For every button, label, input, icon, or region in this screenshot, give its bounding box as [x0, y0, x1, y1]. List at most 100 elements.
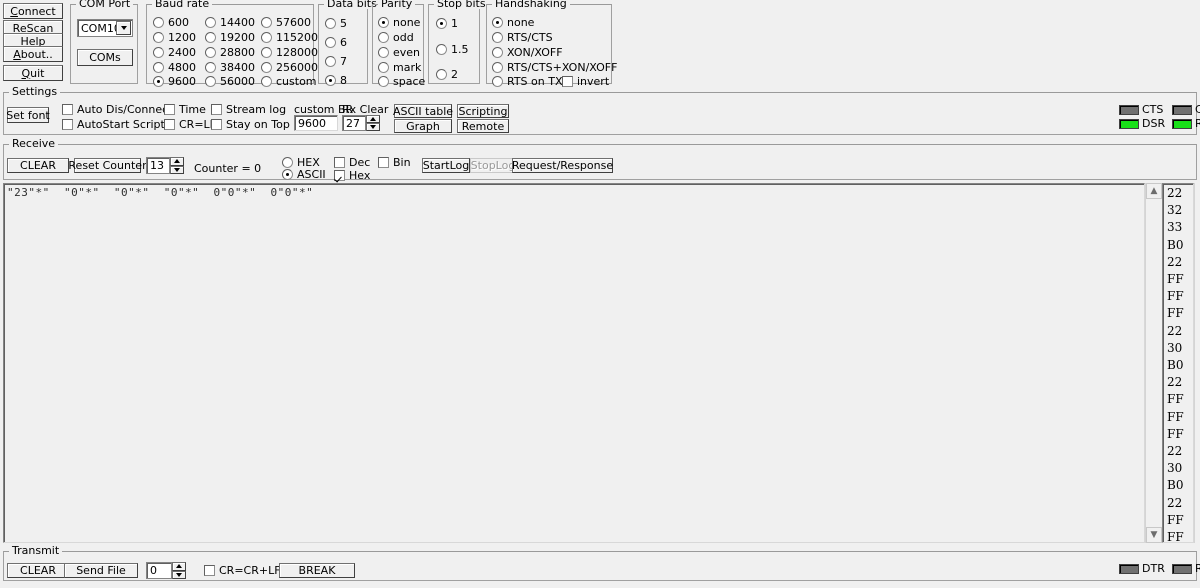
data-bits-radio-6[interactable]: 6: [325, 37, 347, 48]
receive-hex-pane[interactable]: 22 32 33 B0 22 FF FF FF 22 30 B0 22 FF FF FF 22 30 B0 22 FF…: [1162, 183, 1194, 543]
baud-radio-9600[interactable]: 9600: [153, 76, 196, 87]
transmit-group: Transmit CLEAR Send File 0 CR=CR+LF BREA…: [3, 545, 1200, 581]
transmit-stepper[interactable]: 0: [146, 562, 186, 579]
scroll-up-button[interactable]: ▲: [1146, 183, 1162, 199]
reset-counter-button[interactable]: Reset Counter: [68, 158, 147, 173]
handshaking-radio-none[interactable]: none: [492, 17, 534, 28]
spinner-up-icon[interactable]: [172, 562, 186, 571]
scroll-down-button[interactable]: ▼: [1146, 527, 1162, 543]
receive-format-radio-hex[interactable]: HEX: [282, 157, 320, 168]
transmit-crcrlf-checkbox[interactable]: CR=CR+LF: [204, 565, 281, 576]
dtr-led[interactable]: DTR: [1119, 563, 1165, 574]
spinner-down-icon[interactable]: [170, 165, 184, 174]
receive-hex-scrollbar[interactable]: [1194, 183, 1200, 543]
radio-dot-icon: [378, 76, 389, 87]
startlog-button[interactable]: StartLog: [422, 158, 470, 173]
parity-radio-even[interactable]: even: [378, 47, 420, 58]
chevron-down-icon[interactable]: [116, 21, 131, 35]
receive-bin-checkbox[interactable]: Bin: [378, 157, 411, 168]
handshaking-radio-xonxoff-label: XON/XOFF: [507, 46, 563, 59]
receive-counter-spin-buttons[interactable]: [170, 157, 184, 174]
hex-byte-row: FF: [1167, 392, 1184, 407]
hex-byte-row: B0: [1167, 478, 1184, 493]
data-bits-radio-5[interactable]: 5: [325, 18, 347, 29]
receive-clear-button-label: CLEAR: [20, 159, 56, 172]
parity-radio-none-label: none: [393, 16, 421, 29]
transmit-spin-value[interactable]: 0: [146, 562, 172, 579]
request-response-button[interactable]: Request/Response: [512, 158, 613, 173]
baud-radio-4800[interactable]: 4800: [153, 62, 196, 73]
com-port-select[interactable]: COM10: [77, 19, 133, 37]
baud-radio-1200[interactable]: 1200: [153, 32, 196, 43]
receive-format-radio-ascii[interactable]: ASCII: [282, 169, 326, 180]
scripting-button[interactable]: Scripting: [457, 104, 509, 118]
parity-radio-space[interactable]: space: [378, 76, 425, 87]
receive-hex-checkbox[interactable]: Hex: [334, 170, 370, 181]
hex-byte-row: 33: [1167, 220, 1183, 235]
data-bits-radio-8[interactable]: 8: [325, 75, 347, 86]
receive-clear-button[interactable]: CLEAR: [7, 158, 69, 173]
stop-bits-radio-2[interactable]: 2: [436, 69, 458, 80]
transmit-spin-buttons[interactable]: [172, 562, 186, 579]
time-checkbox[interactable]: Time: [164, 104, 206, 115]
baud-radio-19200[interactable]: 19200: [205, 32, 255, 43]
baud-radio-28800[interactable]: 28800: [205, 47, 255, 58]
ascii-table-button[interactable]: ASCII table: [393, 104, 453, 118]
stoplog-button[interactable]: StopLog: [470, 158, 516, 173]
handshaking-radio-rts-on-tx[interactable]: RTS on TX: [492, 76, 563, 87]
spinner-up-icon[interactable]: [366, 115, 380, 123]
hex-byte-row: FF: [1167, 289, 1184, 304]
receive-dec-checkbox[interactable]: Dec: [334, 157, 370, 168]
receive-counter-stepper[interactable]: 13: [146, 157, 184, 174]
custom-br-input[interactable]: 9600: [294, 115, 338, 131]
baud-radio-256000[interactable]: 256000: [261, 62, 318, 73]
transmit-clear-button[interactable]: CLEAR: [7, 563, 69, 578]
quit-button[interactable]: Quit: [3, 65, 63, 81]
set-font-button[interactable]: Set font: [6, 107, 50, 123]
stop-bits-radio-1-5[interactable]: 1.5: [436, 44, 469, 55]
spinner-down-icon[interactable]: [172, 570, 186, 579]
baud-radio-38400[interactable]: 38400: [205, 62, 255, 73]
baud-radio-600[interactable]: 600: [153, 17, 189, 28]
baud-radio-2400[interactable]: 2400: [153, 47, 196, 58]
send-file-button[interactable]: Send File: [64, 563, 138, 578]
parity-radio-odd[interactable]: odd: [378, 32, 414, 43]
spinner-down-icon[interactable]: [366, 123, 380, 131]
stop-bits-radio-1[interactable]: 1: [436, 18, 458, 29]
auto-dis-connect-checkbox[interactable]: Auto Dis/Connect: [62, 104, 172, 115]
baud-radio-115200[interactable]: 115200: [261, 32, 318, 43]
remote-button[interactable]: Remote: [457, 119, 509, 133]
receive-counter-value[interactable]: 13: [146, 157, 170, 174]
receive-ascii-pane[interactable]: "23"*" "0"*" "0"*" "0"*" 0"0"*" 0"0"*": [3, 183, 1145, 543]
baud-radio-56000[interactable]: 56000: [205, 76, 255, 87]
parity-group-label: Parity: [378, 0, 416, 9]
checkbox-icon: [62, 104, 73, 115]
baud-radio-custom[interactable]: custom: [261, 76, 317, 87]
autostart-script-checkbox[interactable]: AutoStart Script: [62, 119, 165, 130]
data-bits-radio-7[interactable]: 7: [325, 56, 347, 67]
spinner-up-icon[interactable]: [170, 157, 184, 166]
rx-clear-stepper[interactable]: 27: [342, 115, 380, 131]
coms-button[interactable]: COMs: [77, 49, 133, 66]
handshaking-radio-rtscts-xonxoff[interactable]: RTS/CTS+XON/XOFF: [492, 62, 617, 73]
baud-radio-14400[interactable]: 14400: [205, 17, 255, 28]
break-button[interactable]: BREAK: [279, 563, 355, 578]
baud-radio-128000[interactable]: 128000: [261, 47, 318, 58]
rx-clear-value[interactable]: 27: [342, 115, 366, 131]
about-button[interactable]: About..: [3, 46, 63, 62]
handshaking-radio-xonxoff[interactable]: XON/XOFF: [492, 47, 563, 58]
graph-button[interactable]: Graph: [394, 119, 452, 133]
parity-radio-none[interactable]: none: [378, 17, 420, 28]
rx-clear-spin-buttons[interactable]: [366, 115, 380, 131]
stream-log-checkbox[interactable]: Stream log: [211, 104, 286, 115]
hex-byte-row: 30: [1167, 461, 1183, 476]
handshaking-invert-checkbox[interactable]: invert: [562, 76, 609, 87]
stay-on-top-checkbox[interactable]: Stay on Top: [211, 119, 290, 130]
parity-radio-mark[interactable]: mark: [378, 62, 421, 73]
cr-eq-lf-checkbox[interactable]: CR=LF: [164, 119, 216, 130]
baud-radio-57600[interactable]: 57600: [261, 17, 311, 28]
receive-pane-scrollbar[interactable]: ▲ ▼: [1145, 183, 1162, 543]
handshaking-radio-rtscts[interactable]: RTS/CTS: [492, 32, 553, 43]
rts-led[interactable]: RTS: [1172, 563, 1200, 574]
connect-button[interactable]: Connect: [3, 3, 63, 19]
